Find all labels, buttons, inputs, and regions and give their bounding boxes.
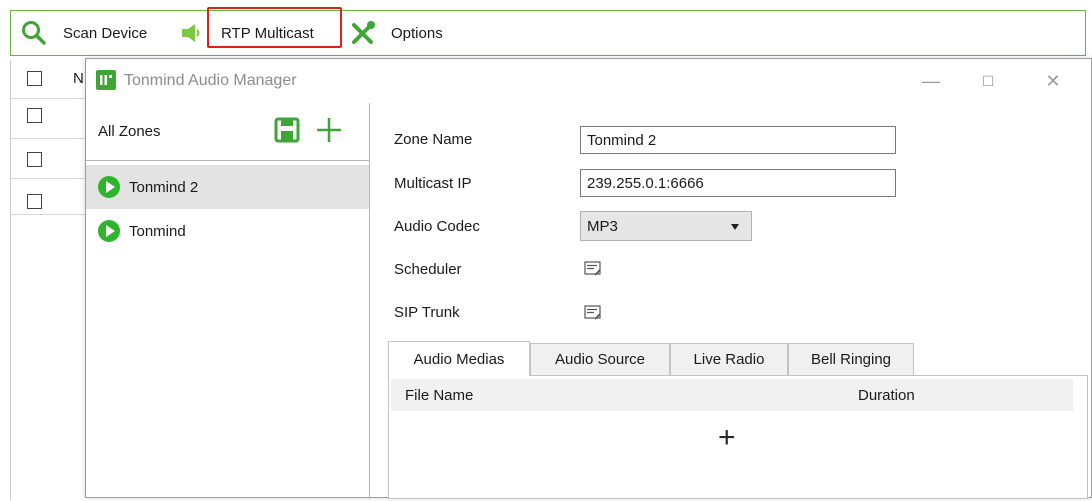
sip-trunk-label: SIP Trunk [394, 304, 460, 321]
row-checkbox[interactable] [27, 152, 42, 167]
play-icon[interactable] [98, 220, 120, 242]
media-tabs: Audio Medias Audio Source Live Radio Bel… [388, 341, 1088, 377]
search-icon [22, 21, 46, 45]
table-header-row: N [11, 60, 89, 99]
audio-manager-dialog: Tonmind Audio Manager — ☐ ✕ All Zones To… [85, 58, 1092, 499]
main-toolbar: Scan Device RTP Multicast Options [10, 7, 1086, 56]
tab-live-radio[interactable]: Live Radio [670, 343, 788, 375]
tab-audio-medias[interactable]: Audio Medias [388, 341, 530, 376]
add-media-button[interactable]: + [718, 423, 736, 453]
zones-list: Tonmind 2 Tonmind [86, 160, 369, 501]
table-row [11, 98, 89, 139]
scheduler-label: Scheduler [394, 261, 462, 278]
tools-icon [352, 21, 375, 44]
app-logo-icon [96, 70, 116, 90]
tab-audio-source[interactable]: Audio Source [530, 343, 670, 375]
audio-medias-panel: File Name Duration + [388, 375, 1088, 499]
select-all-checkbox[interactable] [27, 71, 42, 86]
audio-codec-value: MP3 [587, 217, 618, 235]
column-duration[interactable]: Duration [858, 387, 915, 404]
scan-device-button[interactable]: Scan Device [21, 10, 147, 56]
media-table-header: File Name Duration [391, 379, 1073, 411]
device-table: N [10, 60, 91, 500]
zone-item-tonmind-2[interactable]: Tonmind 2 [86, 165, 369, 209]
save-icon[interactable] [274, 117, 300, 143]
zone-item-tonmind[interactable]: Tonmind [86, 209, 369, 253]
sip-trunk-edit-icon[interactable] [584, 305, 602, 321]
speaker-icon [182, 24, 200, 42]
table-row [11, 178, 89, 215]
play-icon[interactable] [98, 176, 120, 198]
options-button[interactable]: Options [349, 10, 443, 56]
scheduler-edit-icon[interactable] [584, 261, 602, 277]
table-row [11, 138, 89, 179]
zone-name-label: Zone Name [394, 131, 473, 148]
minimize-button[interactable]: — [916, 67, 946, 95]
column-file-name[interactable]: File Name [405, 387, 473, 404]
multicast-ip-field[interactable] [580, 169, 896, 197]
scan-device-label: Scan Device [63, 24, 148, 42]
rtp-multicast-highlight [207, 7, 342, 48]
zones-header: All Zones [98, 123, 161, 140]
audio-codec-label: Audio Codec [394, 218, 480, 235]
zone-name-field[interactable] [580, 126, 896, 154]
zone-label: Tonmind 2 [129, 178, 199, 196]
tab-bell-ringing[interactable]: Bell Ringing [788, 343, 914, 375]
close-button[interactable]: ✕ [1038, 67, 1068, 95]
zone-label: Tonmind [129, 222, 186, 240]
add-icon[interactable] [316, 117, 342, 143]
dialog-title: Tonmind Audio Manager [124, 72, 297, 89]
multicast-ip-label: Multicast IP [394, 175, 472, 192]
chevron-down-icon [731, 224, 739, 230]
row-checkbox[interactable] [27, 108, 42, 123]
zones-panel: All Zones Tonmind 2 Tonmind [86, 103, 370, 499]
options-label: Options [391, 24, 443, 42]
table-header-partial: N [73, 70, 84, 87]
dialog-titlebar: Tonmind Audio Manager — ☐ ✕ [86, 59, 1091, 103]
maximize-button[interactable]: ☐ [973, 67, 1003, 95]
row-checkbox[interactable] [27, 194, 42, 209]
audio-codec-select[interactable]: MP3 [580, 211, 752, 241]
